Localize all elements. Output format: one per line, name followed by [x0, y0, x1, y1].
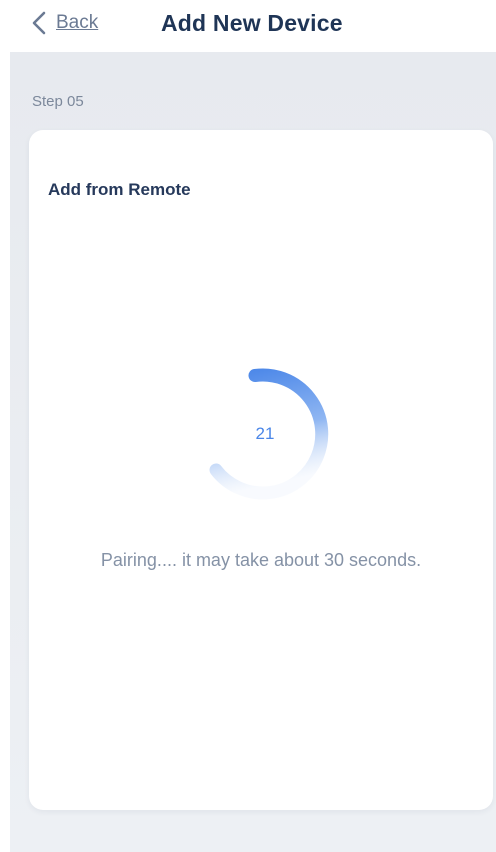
countdown-value: 21 — [255, 424, 275, 443]
step-label: Step 05 — [32, 93, 84, 110]
main-content: Step 05 Add from Remote 21 Pairing.... i… — [10, 52, 496, 852]
pairing-card: Add from Remote 21 Pairing.... it may ta… — [29, 130, 493, 810]
back-label[interactable]: Back — [56, 12, 98, 34]
page-title: Add New Device — [161, 10, 343, 36]
loading-ring-icon: 21 — [193, 362, 337, 506]
card-title: Add from Remote — [48, 180, 191, 199]
back-button[interactable]: Back — [32, 8, 98, 38]
chevron-left-icon — [32, 11, 46, 35]
nav-header: Back Add New Device — [0, 0, 496, 52]
pairing-status-text: Pairing.... it may take about 30 seconds… — [100, 550, 422, 570]
